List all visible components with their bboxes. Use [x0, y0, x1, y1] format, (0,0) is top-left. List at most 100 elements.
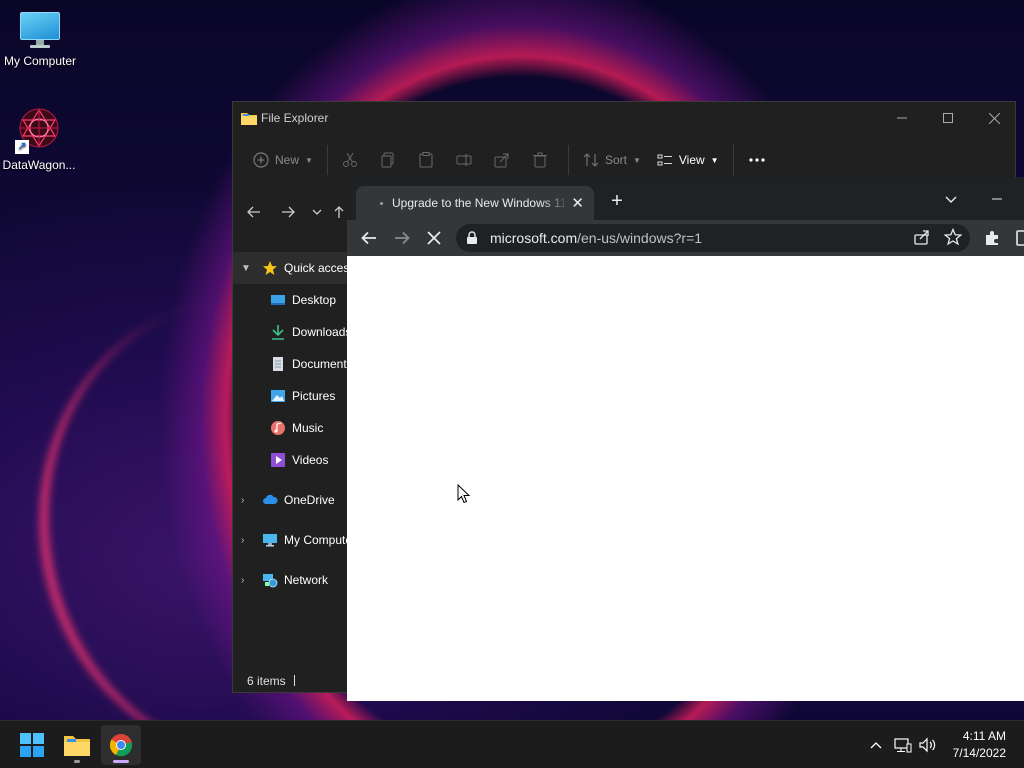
- minimize-button[interactable]: [879, 102, 925, 134]
- music-icon: [271, 421, 285, 435]
- chevron-up-icon: [870, 742, 882, 749]
- maximize-icon: [943, 113, 953, 123]
- sidebar-item-desktop[interactable]: Desktop: [233, 284, 353, 316]
- toolbar-divider: [326, 145, 328, 175]
- close-button[interactable]: [971, 102, 1017, 134]
- document-icon: [273, 357, 283, 371]
- ellipsis-icon: [748, 158, 765, 162]
- forward-button[interactable]: [271, 195, 305, 229]
- close-icon: [427, 231, 441, 245]
- sidebar-item-downloads[interactable]: Downloads: [233, 316, 353, 348]
- up-button[interactable]: [329, 195, 349, 229]
- sidebar-item-videos[interactable]: Videos: [233, 444, 353, 476]
- sort-icon: [583, 153, 599, 167]
- view-button-label: View: [678, 153, 705, 167]
- view-button[interactable]: View ▼: [649, 144, 727, 176]
- extensions-button[interactable]: [983, 228, 1003, 248]
- chevron-down-icon: [945, 196, 957, 203]
- desktop-icon-datawagon[interactable]: ↗ DataWagon...: [0, 106, 79, 172]
- new-tab-button[interactable]: +: [607, 191, 627, 211]
- share-icon: [494, 153, 509, 168]
- chevron-right-icon: ›: [241, 494, 245, 506]
- cloud-icon: [263, 494, 278, 504]
- cut-button[interactable]: [334, 144, 372, 176]
- side-panel-button[interactable]: [1013, 228, 1024, 248]
- chrome-tabstrip[interactable]: Upgrade to the New Windows 11 ✕ +: [347, 177, 1024, 220]
- arrow-left-icon: [247, 206, 260, 218]
- arrow-right-icon: [282, 206, 295, 218]
- taskbar-clock[interactable]: 4:11 AM 7/14/2022: [953, 728, 1006, 762]
- network-status-button[interactable]: [893, 735, 913, 755]
- volume-button[interactable]: [918, 735, 938, 755]
- toolbar-divider: [732, 145, 734, 175]
- view-list-icon: [657, 154, 672, 166]
- tab-title: Upgrade to the New Windows 11: [392, 196, 567, 210]
- plus-circle-icon: [253, 152, 269, 168]
- chrome-back-button[interactable]: [359, 228, 379, 248]
- sidebar-item-pictures[interactable]: Pictures: [233, 380, 353, 412]
- sidebar-item-label: Desktop: [292, 293, 337, 307]
- mouse-cursor-icon: [457, 484, 471, 504]
- chrome-minimize-button[interactable]: [987, 189, 1007, 209]
- sidebar-item-label: Downloads: [292, 325, 352, 339]
- back-button[interactable]: [237, 195, 271, 229]
- sort-button[interactable]: Sort ▼: [575, 144, 649, 176]
- page-content[interactable]: [347, 256, 1024, 701]
- arrow-right-icon: [395, 231, 410, 245]
- active-indicator: [113, 760, 129, 763]
- sidebar-item-documents[interactable]: Documents: [233, 348, 353, 380]
- chevron-right-icon: ›: [241, 574, 245, 586]
- side-panel-icon: [1016, 230, 1024, 246]
- clock-date: 7/14/2022: [952, 746, 1006, 760]
- recent-locations-button[interactable]: [305, 195, 329, 229]
- desktop-icon: [271, 295, 285, 305]
- toolbar-divider: [567, 145, 569, 175]
- show-hidden-icons-button[interactable]: [866, 735, 886, 755]
- taskbar: 4:11 AM 7/14/2022: [0, 720, 1024, 768]
- rename-button[interactable]: [448, 144, 486, 176]
- datawagon-logo-icon: ↗: [15, 106, 63, 154]
- minimize-icon: [992, 198, 1002, 200]
- share-button[interactable]: [486, 144, 524, 176]
- monitor-icon: [263, 534, 277, 547]
- arrow-up-icon: [334, 206, 344, 218]
- stop-loading-button[interactable]: [424, 228, 444, 248]
- download-icon: [272, 325, 284, 340]
- paste-button[interactable]: [410, 144, 448, 176]
- start-button[interactable]: [12, 725, 52, 765]
- sidebar-item-music[interactable]: Music: [233, 412, 353, 444]
- folder-icon: [241, 113, 257, 125]
- explorer-titlebar[interactable]: File Explorer: [233, 102, 1015, 134]
- more-options-button[interactable]: [740, 144, 780, 176]
- chrome-forward-button[interactable]: [392, 228, 412, 248]
- network-icon: [263, 574, 278, 588]
- address-bar[interactable]: microsoft.com/en-us/windows?r=1: [456, 224, 970, 252]
- network-icon: [894, 738, 912, 753]
- sidebar-item-label: Network: [284, 573, 329, 587]
- chevron-down-icon: [312, 209, 322, 215]
- new-button[interactable]: New ▼: [245, 144, 321, 176]
- desktop-icon-label: DataWagon...: [2, 158, 76, 172]
- desktop-icon-my-computer[interactable]: My Computer: [0, 10, 80, 68]
- url-text: microsoft.com/en-us/windows?r=1: [490, 230, 703, 246]
- bookmark-button[interactable]: [943, 227, 963, 249]
- sidebar-item-quick-access[interactable]: ▼ Quick access: [233, 252, 353, 284]
- tab-close-button[interactable]: ✕: [571, 194, 584, 212]
- delete-button[interactable]: [524, 144, 562, 176]
- sidebar-item-label: Music: [292, 421, 324, 435]
- puzzle-icon: [986, 231, 998, 245]
- clipboard-icon: [419, 152, 433, 168]
- taskbar-file-explorer[interactable]: [57, 725, 97, 765]
- videos-icon: [271, 453, 285, 467]
- browser-tab[interactable]: Upgrade to the New Windows 11 ✕: [356, 186, 594, 220]
- taskbar-chrome[interactable]: [101, 725, 141, 765]
- tab-search-button[interactable]: [941, 189, 961, 209]
- sidebar-item-my-computer[interactable]: › My Computer: [233, 524, 353, 556]
- sidebar-item-network[interactable]: › Network: [233, 564, 353, 596]
- copy-button[interactable]: [372, 144, 410, 176]
- running-indicator: [74, 760, 80, 763]
- sidebar-item-onedrive[interactable]: › OneDrive: [233, 484, 353, 516]
- share-page-button[interactable]: [913, 228, 931, 249]
- maximize-button[interactable]: [925, 102, 971, 134]
- shortcut-arrow-icon: ↗: [15, 140, 29, 154]
